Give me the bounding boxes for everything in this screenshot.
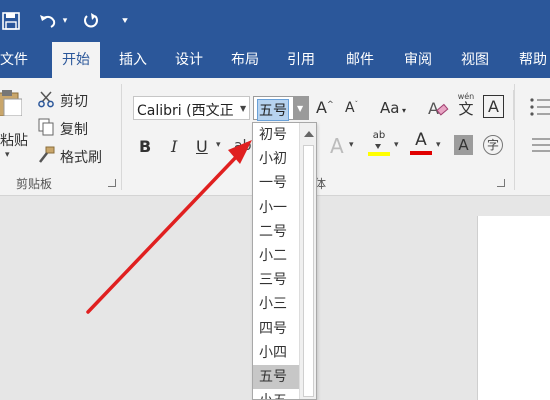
chevron-down-icon[interactable]: ▼ <box>240 104 246 113</box>
enclose-char-icon[interactable]: 字 <box>483 135 503 155</box>
font-color-icon[interactable]: A <box>410 130 432 156</box>
format-painter-icon[interactable] <box>37 146 55 164</box>
char-shading-icon[interactable]: A <box>454 135 473 155</box>
tab-references[interactable]: 引用 <box>278 42 324 78</box>
font-size-option[interactable]: 小二 <box>253 244 299 268</box>
cut-button[interactable]: 剪切 <box>60 91 88 111</box>
font-size-dropdown: 初号 小初 一号 小一 二号 小二 三号 小三 四号 小四 五号 小五 <box>252 122 317 400</box>
shrink-font-icon[interactable]: Aˇ <box>345 100 358 116</box>
undo-dropdown-icon[interactable]: ▾ <box>60 0 70 42</box>
font-launcher-icon[interactable] <box>497 179 505 187</box>
font-size-option[interactable]: 小初 <box>253 147 299 171</box>
phonetic-guide-icon[interactable]: wén 文 <box>455 92 477 120</box>
paste-dropdown-icon[interactable]: ▾ <box>5 150 10 160</box>
highlight-dropdown-icon[interactable]: ▾ <box>394 140 399 150</box>
highlight-icon[interactable]: ab <box>368 130 390 156</box>
underline-dropdown-icon[interactable]: ▾ <box>216 140 221 150</box>
tab-insert[interactable]: 插入 <box>110 42 156 78</box>
tab-help[interactable]: 帮助 <box>510 42 550 78</box>
undo-icon[interactable] <box>36 0 60 42</box>
char-border-icon[interactable]: A <box>483 95 504 118</box>
text-effects-dropdown-icon[interactable]: ▾ <box>349 140 354 150</box>
font-size-value[interactable]: 五号 <box>257 99 289 121</box>
tab-mailings[interactable]: 邮件 <box>337 42 383 78</box>
dropdown-scrollbar[interactable] <box>299 123 316 399</box>
font-size-option[interactable]: 三号 <box>253 268 299 292</box>
tab-design[interactable]: 设计 <box>166 42 212 78</box>
tab-view[interactable]: 视图 <box>452 42 498 78</box>
clear-format-icon[interactable]: A <box>428 97 450 119</box>
copy-button[interactable]: 复制 <box>60 119 88 139</box>
strikethrough-icon[interactable]: ab <box>234 138 251 154</box>
svg-text:A: A <box>428 99 439 118</box>
tab-layout[interactable]: 布局 <box>222 42 268 78</box>
font-size-option[interactable]: 初号 <box>253 123 299 147</box>
grow-font-icon[interactable]: A^ <box>316 98 334 117</box>
paste-icon[interactable] <box>0 90 23 117</box>
font-size-option[interactable]: 小四 <box>253 341 299 365</box>
paste-label[interactable]: 粘贴 <box>0 130 28 150</box>
change-case-icon[interactable]: Aa ▾ <box>380 99 406 117</box>
tab-file[interactable]: 文件 <box>0 42 28 78</box>
font-size-option[interactable]: 四号 <box>253 317 299 341</box>
copy-icon[interactable] <box>37 118 55 136</box>
redo-icon[interactable] <box>80 0 102 42</box>
bullets-icon[interactable] <box>528 96 550 118</box>
tab-review[interactable]: 审阅 <box>395 42 441 78</box>
font-size-combo[interactable]: 五号 ▼ <box>253 96 309 121</box>
tab-home[interactable]: 开始 <box>52 42 100 78</box>
clipboard-launcher-icon[interactable] <box>108 179 116 187</box>
save-icon[interactable] <box>0 0 22 42</box>
chevron-down-icon: ▼ <box>297 104 304 113</box>
font-size-option[interactable]: 二号 <box>253 220 299 244</box>
document-page[interactable] <box>477 216 550 400</box>
align-icon[interactable] <box>528 136 550 154</box>
phonetic-guide-char: 文 <box>458 100 474 118</box>
bold-icon[interactable]: B <box>139 137 151 156</box>
scrollbar-thumb[interactable] <box>303 145 314 397</box>
ribbon-tabs: 文件 开始 插入 设计 布局 引用 邮件 审阅 视图 帮助 <box>0 42 550 78</box>
font-size-option[interactable]: 一号 <box>253 171 299 195</box>
font-color-dropdown-icon[interactable]: ▾ <box>436 140 441 150</box>
clipboard-group-label: 剪贴板 <box>16 177 53 191</box>
font-name-value: Calibri (西文正 <box>137 103 234 119</box>
customize-qat-icon[interactable]: ⯆ <box>118 0 132 42</box>
font-size-dropdown-button[interactable]: ▼ <box>293 96 309 120</box>
font-size-option[interactable]: 小五 <box>253 389 299 399</box>
font-size-option[interactable]: 小三 <box>253 292 299 316</box>
text-effects-icon[interactable]: A <box>330 134 344 158</box>
scroll-up-icon[interactable] <box>304 131 314 137</box>
underline-icon[interactable]: U <box>196 137 208 156</box>
font-size-option-selected[interactable]: 五号 <box>253 364 299 390</box>
scissors-icon[interactable] <box>37 90 55 108</box>
group-divider <box>121 84 122 190</box>
font-size-option[interactable]: 小一 <box>253 196 299 220</box>
italic-icon[interactable]: I <box>171 137 177 156</box>
font-name-combo[interactable]: Calibri (西文正 ▼ <box>133 96 250 120</box>
group-divider <box>514 84 515 190</box>
font-size-list: 初号 小初 一号 小一 二号 小二 三号 小三 四号 小四 五号 小五 <box>253 123 299 399</box>
format-painter-button[interactable]: 格式刷 <box>60 147 102 167</box>
title-bar: ▾ ⯆ <box>0 0 550 42</box>
